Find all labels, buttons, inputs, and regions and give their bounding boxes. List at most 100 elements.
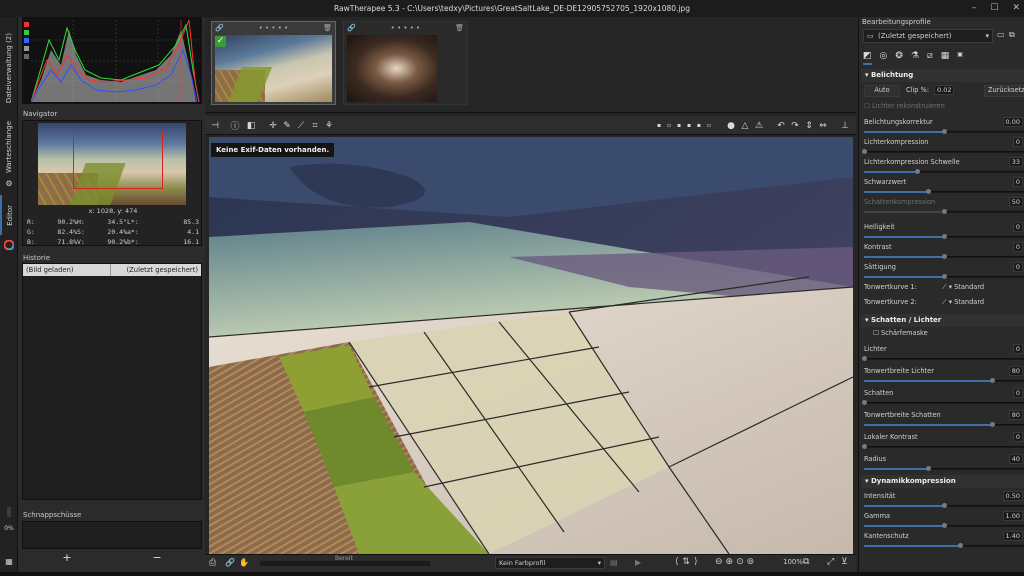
section-dynamic-compression[interactable]: ▾ Dynamikkompression xyxy=(861,475,1024,488)
slider-value[interactable]: 0 xyxy=(1012,242,1023,252)
thumbnail-1[interactable]: 🔗 • • • • • 🗑 ✓ xyxy=(211,21,336,105)
auto-button[interactable]: Auto xyxy=(864,85,900,97)
before-after-icon[interactable]: ◧ xyxy=(245,119,257,132)
rotate-right-icon[interactable]: ↷ xyxy=(789,119,801,132)
navigator-thumbnail[interactable] xyxy=(38,123,186,205)
thumbnail-2[interactable]: 🔗 • • • • • 🗑 xyxy=(343,21,468,105)
slider-value[interactable]: 40 xyxy=(1008,454,1023,464)
tone-curve-2-select[interactable]: ⟋ ▾ Standard xyxy=(922,297,1012,307)
link-icon[interactable]: 🔗 xyxy=(347,24,356,32)
tab-meta-icon[interactable]: ▣ xyxy=(957,51,963,65)
straighten-icon[interactable]: ⟋ xyxy=(295,119,307,132)
reconstruct-checkbox[interactable]: ☐ Lichter rekonstruieren xyxy=(864,102,1024,112)
clip-value[interactable]: 0.02 xyxy=(934,85,955,95)
white-balance-icon[interactable]: ✎ xyxy=(281,119,293,132)
tab-queue[interactable]: Warteschlange xyxy=(0,117,18,177)
channel-indicators[interactable]: ▪ ▫ ▪ ▪ ▪ ▫ xyxy=(655,119,715,132)
flip-horizontal-icon[interactable]: ⇔ xyxy=(817,119,829,132)
vertical-slider[interactable] xyxy=(7,507,11,517)
trash-icon[interactable]: 🗑 xyxy=(323,24,332,32)
section-shadows-highlights[interactable]: ▾ Schatten / Lichter xyxy=(861,314,1024,327)
slider-value[interactable]: 80 xyxy=(1008,410,1023,420)
hand-tool-icon[interactable]: ✛ xyxy=(267,119,279,132)
slider-value[interactable]: 1.00 xyxy=(1002,511,1023,521)
slider-value[interactable]: 0 xyxy=(1012,177,1023,187)
slider-track[interactable] xyxy=(864,466,1024,471)
slider-value[interactable]: 1.40 xyxy=(1002,531,1023,541)
section-exposure[interactable]: ▾ Belichtung xyxy=(861,69,1024,82)
color-profile-select[interactable]: Kein Farbprofil ▾ xyxy=(495,557,605,569)
slider-value[interactable]: 0.00 xyxy=(1002,117,1023,127)
tone-curve-1-select[interactable]: ⟋ ▾ Standard xyxy=(922,282,1012,292)
nav-arrows[interactable]: ⟨⇅⟩ xyxy=(675,557,702,567)
slider-track[interactable] xyxy=(864,254,1024,259)
slider-value[interactable]: 0 xyxy=(1012,262,1023,272)
film-icon[interactable]: ▦ xyxy=(0,555,18,567)
open-profile-icon[interactable]: ▭ xyxy=(997,30,1005,39)
slider-track[interactable] xyxy=(862,444,1024,449)
slider-track[interactable] xyxy=(864,523,1024,528)
slider-track[interactable] xyxy=(864,209,1024,214)
histogram-channel-toggles[interactable] xyxy=(24,22,30,82)
slider-value[interactable]: 0 xyxy=(1012,388,1023,398)
slider-track[interactable] xyxy=(864,169,1024,174)
info-icon[interactable]: ⓘ xyxy=(229,119,241,132)
slider-track[interactable] xyxy=(864,503,1024,508)
tab-detail-icon[interactable]: ◎ xyxy=(880,51,888,65)
minimize-button[interactable]: – xyxy=(972,0,977,17)
slider-value[interactable]: 50 xyxy=(1008,197,1023,207)
slider-track[interactable] xyxy=(864,422,1024,427)
slider-track[interactable] xyxy=(864,378,1024,383)
collapse-icon[interactable]: ⊻ xyxy=(841,557,848,567)
maximize-button[interactable]: ☐ xyxy=(990,0,998,17)
navigator-viewport-rect[interactable] xyxy=(73,131,163,189)
tab-color-icon[interactable]: ❂ xyxy=(895,51,903,65)
slider-value[interactable]: 0 xyxy=(1012,344,1023,354)
new-window-icon[interactable]: ⧉ xyxy=(803,557,809,567)
slider-value[interactable]: 33 xyxy=(1008,157,1023,167)
color-picker-icon[interactable]: ⚘ xyxy=(323,119,335,132)
focus-mask-icon[interactable]: ● xyxy=(725,119,737,132)
link-icon[interactable]: 🔗 xyxy=(215,24,224,32)
close-button[interactable]: ✕ xyxy=(1012,0,1020,17)
trash-icon[interactable]: 🗑 xyxy=(455,24,464,32)
profile-lock-icon[interactable]: ▤ xyxy=(610,558,618,567)
hand-icon[interactable]: ✋ xyxy=(239,558,249,567)
slider-track[interactable] xyxy=(864,189,1024,194)
tab-transform-icon[interactable]: ⧄ xyxy=(927,51,933,65)
remove-snapshot-button[interactable]: − xyxy=(152,551,161,565)
tab-filebrowser[interactable]: Dateiverwaltung (2) xyxy=(0,23,18,113)
slider-value[interactable]: 0 xyxy=(1012,432,1023,442)
slider-value[interactable]: 80 xyxy=(1008,366,1023,376)
tab-editor[interactable]: Editor xyxy=(0,195,18,235)
add-snapshot-button[interactable]: + xyxy=(62,551,71,565)
star-rating[interactable]: • • • • • xyxy=(391,24,421,32)
fullscreen-icon[interactable]: ⤢ xyxy=(827,557,834,567)
slider-track[interactable] xyxy=(864,274,1024,279)
flip-vertical-icon[interactable]: ⇕ xyxy=(803,119,815,132)
reset-button[interactable]: Zurücksetzen xyxy=(984,85,1024,97)
collapse-left-icon[interactable]: ⊣ xyxy=(209,119,221,132)
slider-value[interactable]: 0 xyxy=(1012,137,1023,147)
image-preview[interactable] xyxy=(209,137,853,554)
print-icon[interactable]: ⎙ xyxy=(209,558,216,568)
shadow-clip-icon[interactable]: △ xyxy=(739,119,751,132)
slider-track[interactable] xyxy=(864,543,1024,548)
slider-track[interactable] xyxy=(864,234,1024,239)
slider-value[interactable]: 0 xyxy=(1012,222,1023,232)
rotate-left-icon[interactable]: ↶ xyxy=(775,119,787,132)
slider-track[interactable] xyxy=(862,149,1024,154)
slider-track[interactable] xyxy=(864,129,1024,134)
slider-track[interactable] xyxy=(862,400,1024,405)
highlight-clip-icon[interactable]: ⚠ xyxy=(753,119,765,132)
tab-exposure-icon[interactable]: ◩ xyxy=(863,51,872,65)
tab-raw-icon[interactable]: ▦ xyxy=(941,51,950,65)
zoom-icons[interactable]: ⊖⊕⊙⊚ xyxy=(715,557,757,567)
slider-value[interactable]: 0.50 xyxy=(1002,491,1023,501)
link-icon[interactable]: 🔗 xyxy=(225,558,235,567)
send-icon[interactable]: ▶ xyxy=(635,558,641,567)
tab-advanced-icon[interactable]: ⚗ xyxy=(911,51,919,65)
history-row[interactable]: (Bild geladen) (Zuletzt gespeichert) xyxy=(23,264,201,276)
slider-track[interactable] xyxy=(862,356,1024,361)
crop-icon[interactable]: ⌗ xyxy=(309,119,321,132)
